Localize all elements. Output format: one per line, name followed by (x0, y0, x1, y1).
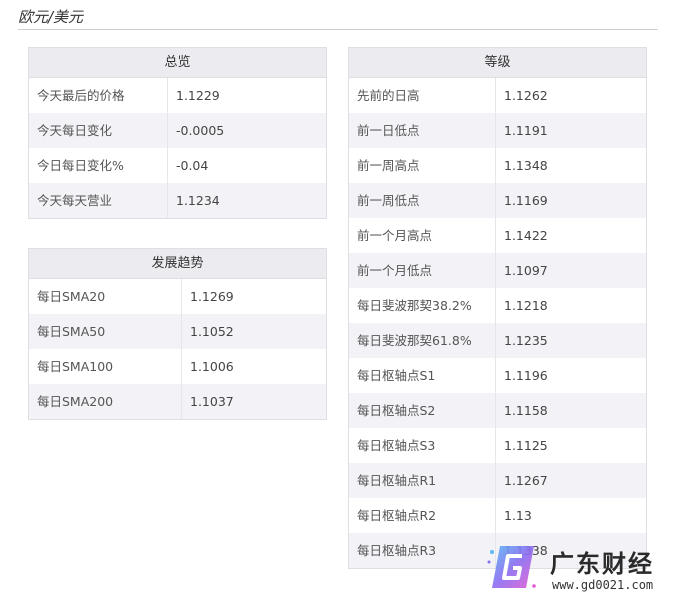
table-row: 前一日低点 1.1191 (349, 113, 646, 148)
watermark: 广东财经 www.gd0021.com (486, 540, 684, 594)
row-value: 1.1125 (504, 438, 548, 453)
row-value: 1.1006 (190, 359, 234, 374)
table-row: 前一个月低点 1.1097 (349, 253, 646, 288)
table-row: 今天每日变化 -0.0005 (29, 113, 326, 148)
table-row: 每日SMA100 1.1006 (29, 349, 326, 384)
row-value: 1.1267 (504, 473, 548, 488)
row-label: 每日枢轴点R2 (349, 498, 496, 533)
row-label: 每日枢轴点R1 (349, 463, 496, 498)
row-label: 先前的日高 (349, 78, 496, 113)
row-label: 每日SMA200 (29, 384, 182, 419)
row-value: 1.1097 (504, 263, 548, 278)
row-label: 每日SMA20 (29, 279, 182, 314)
row-value: -0.04 (176, 158, 209, 173)
row-label: 每日斐波那契38.2% (349, 288, 496, 323)
table-row: 每日枢轴点S3 1.1125 (349, 428, 646, 463)
row-value: 1.1262 (504, 88, 548, 103)
trends-table: 发展趋势 每日SMA20 1.1269 每日SMA50 1.1052 每日SMA… (28, 248, 327, 420)
table-row: 前一个月高点 1.1422 (349, 218, 646, 253)
table-row: 每日枢轴点R1 1.1267 (349, 463, 646, 498)
table-row: 每日斐波那契38.2% 1.1218 (349, 288, 646, 323)
row-label: 前一个月高点 (349, 218, 496, 253)
row-label: 前一周高点 (349, 148, 496, 183)
table-row: 每日枢轴点S2 1.1158 (349, 393, 646, 428)
page-title: 欧元/美元 (18, 8, 84, 26)
gd-logo-icon (487, 546, 536, 588)
row-label: 每日枢轴点S2 (349, 393, 496, 428)
table-row: 今日每日变化% -0.04 (29, 148, 326, 183)
table-row: 今天最后的价格 1.1229 (29, 78, 326, 113)
title-divider (18, 29, 658, 30)
trends-header: 发展趋势 (29, 249, 326, 279)
table-row: 每日SMA20 1.1269 (29, 279, 326, 314)
table-row: 前一周低点 1.1169 (349, 183, 646, 218)
table-row: 每日SMA50 1.1052 (29, 314, 326, 349)
levels-table: 等级 先前的日高 1.1262 前一日低点 1.1191 前一周高点 1.134… (348, 47, 647, 569)
row-label: 今日每日变化% (29, 148, 168, 183)
table-row: 每日枢轴点R2 1.13 (349, 498, 646, 533)
row-value: 1.1269 (190, 289, 234, 304)
row-label: 前一日低点 (349, 113, 496, 148)
watermark-url: www.gd0021.com (552, 578, 654, 592)
row-label: 每日斐波那契61.8% (349, 323, 496, 358)
row-label: 每日枢轴点R3 (349, 533, 496, 568)
row-value: -0.0005 (176, 123, 225, 138)
row-value: 1.1196 (504, 368, 548, 383)
watermark-brand: 广东财经 (550, 550, 654, 578)
table-row: 每日斐波那契61.8% 1.1235 (349, 323, 646, 358)
row-value: 1.1191 (504, 123, 548, 138)
row-value: 1.1348 (504, 158, 548, 173)
row-label: 今天每天营业 (29, 183, 168, 218)
row-label: 今天每日变化 (29, 113, 168, 148)
levels-header: 等级 (349, 48, 646, 78)
row-value: 1.1169 (504, 193, 548, 208)
row-value: 1.1229 (176, 88, 220, 103)
row-value: 1.1234 (176, 193, 220, 208)
overview-header: 总览 (29, 48, 326, 78)
row-label: 每日SMA100 (29, 349, 182, 384)
row-value: 1.1218 (504, 298, 548, 313)
row-label: 今天最后的价格 (29, 78, 168, 113)
row-value: 1.1422 (504, 228, 548, 243)
row-value: 1.1235 (504, 333, 548, 348)
table-row: 前一周高点 1.1348 (349, 148, 646, 183)
row-label: 每日SMA50 (29, 314, 182, 349)
row-value: 1.1052 (190, 324, 234, 339)
row-label: 前一个月低点 (349, 253, 496, 288)
row-label: 前一周低点 (349, 183, 496, 218)
table-row: 今天每天营业 1.1234 (29, 183, 326, 218)
row-value: 1.1037 (190, 394, 234, 409)
row-label: 每日枢轴点S3 (349, 428, 496, 463)
row-label: 每日枢轴点S1 (349, 358, 496, 393)
overview-table: 总览 今天最后的价格 1.1229 今天每日变化 -0.0005 今日每日变化%… (28, 47, 327, 219)
table-row: 先前的日高 1.1262 (349, 78, 646, 113)
table-row: 每日SMA200 1.1037 (29, 384, 326, 419)
table-row: 每日枢轴点S1 1.1196 (349, 358, 646, 393)
row-value: 1.1158 (504, 403, 548, 418)
row-value: 1.13 (504, 508, 532, 523)
